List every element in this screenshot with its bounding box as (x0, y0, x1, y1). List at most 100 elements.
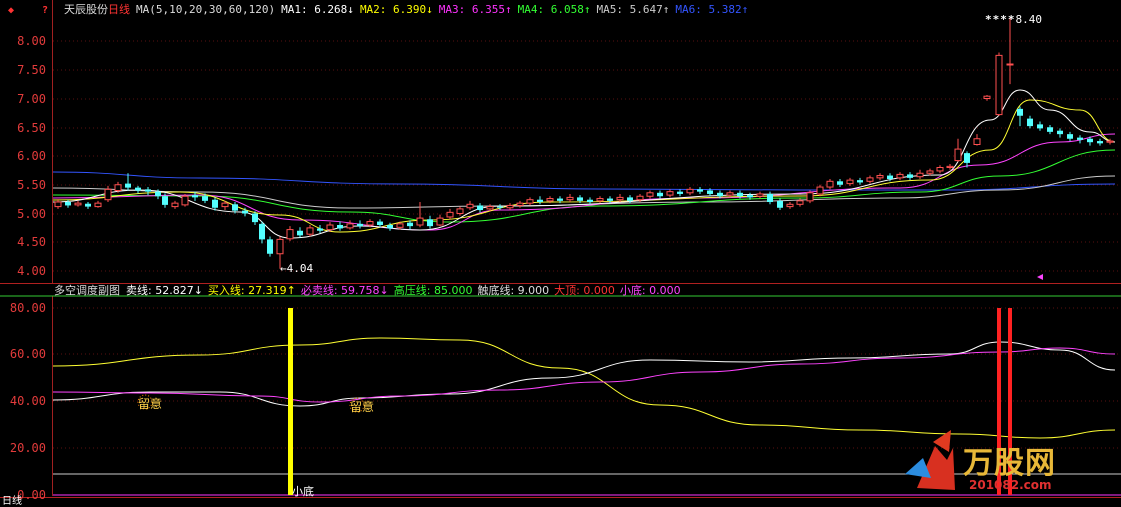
candle-body-down (242, 210, 248, 214)
candle-body-up (306, 227, 314, 235)
candle-body-down (1057, 130, 1063, 135)
small-bottom-bar (288, 308, 293, 495)
candle-body-down (377, 221, 383, 225)
candle-body-down (607, 198, 613, 201)
candle-body-down (125, 183, 131, 188)
candle-body-down (407, 222, 413, 227)
sub-header: 多空调度副图 卖线: 52.827↓ 买入线: 27.319↑ 必卖线: 59.758… (54, 284, 686, 297)
candle-body-down (497, 206, 503, 208)
candle-body-up (995, 54, 1003, 116)
cursor-marker-icon (1037, 274, 1043, 280)
price-tick-label: 4.00 (17, 264, 46, 278)
attention-label-2: 留意 (350, 400, 375, 414)
candle-body-up (946, 165, 954, 169)
candle-body-up (916, 172, 924, 178)
candle-body-up (826, 180, 834, 188)
candle-body-down (477, 205, 483, 211)
candle-body-down (777, 200, 783, 208)
low-value: 4.04 (286, 262, 314, 275)
brand-url: 201082.com (969, 478, 1052, 492)
candle-body-up (866, 177, 874, 182)
price-tick-label: 8.00 (17, 34, 46, 48)
indicator-tick-label: 40.00 (9, 394, 46, 408)
candle-body-up (666, 191, 674, 196)
candle-body-down (192, 195, 198, 198)
indicator-tick-label: 20.00 (9, 441, 46, 455)
candle-body-down (587, 199, 593, 202)
candle-body-up (796, 200, 804, 205)
stock-name[interactable]: 天辰股份 (64, 3, 108, 16)
brand-logo: 万股网 201082.com (905, 428, 1105, 498)
indicator-item: 小底: 0.000 (619, 284, 681, 297)
candle-body-down (387, 225, 393, 229)
price-tick-label: 6.00 (17, 149, 46, 163)
candle-body-down (857, 180, 863, 183)
ma-item: MA3: 6.355↑ (438, 3, 512, 16)
ma-param: MA(5,10,20,30,60,120) (136, 3, 276, 16)
candle-body-up (94, 202, 102, 208)
candle-body-down (657, 192, 663, 197)
indicator-item: 买入线: 27.319↑ (207, 284, 296, 297)
candle-body-up (104, 188, 112, 201)
ma6-line (52, 171, 1116, 191)
candle-body-up (171, 202, 179, 208)
candle-body-down (155, 191, 161, 197)
candle-body-down (212, 199, 218, 208)
price-tick-label: 4.50 (17, 235, 46, 249)
candle-body-down (717, 192, 723, 197)
candle-body-up (366, 221, 374, 226)
candle-body-up (74, 202, 82, 206)
candle-body-up (876, 175, 884, 179)
candle-body-up (896, 173, 904, 179)
period-label[interactable]: 日线 (108, 3, 130, 16)
ma4-line (52, 149, 1116, 223)
ma-item: MA1: 6.268↓ (281, 3, 354, 16)
candle-body-up (276, 238, 284, 255)
price-tick-label: 6.50 (17, 121, 46, 135)
candle-body-down (887, 175, 893, 179)
candle-body-down (317, 228, 323, 231)
ma3-line (52, 133, 1116, 231)
candle-body-up (181, 195, 189, 206)
candle-body-up (346, 223, 354, 229)
candle-body-down (1027, 118, 1033, 127)
candle-body-up (416, 217, 424, 226)
help-icon[interactable]: ? (38, 3, 52, 17)
sub-y-axis-line (52, 296, 53, 496)
candle-body-up (526, 199, 534, 204)
candle-body-down (1087, 138, 1093, 143)
candle-body-down (577, 197, 583, 201)
ma2-line (52, 99, 1116, 233)
candle-body-down (232, 204, 238, 211)
candle-body-down (557, 198, 563, 201)
candle-body-up (596, 198, 604, 202)
candle-body-down (162, 196, 168, 205)
candle-body-up (954, 148, 962, 162)
must-sell-line (52, 347, 1116, 403)
candle-body-up (1006, 63, 1014, 66)
bottom-tab[interactable]: 日线 (2, 497, 22, 507)
indicator-item: 必卖线: 59.758↓ (300, 284, 389, 297)
candle-body-down (1077, 137, 1083, 140)
sub-title[interactable]: 多空调度副图 (54, 284, 120, 297)
indicator-item: 大顶: 0.000 (554, 284, 615, 297)
ma-item: MA5: 5.647↑ (596, 3, 670, 16)
small-bottom-label: 小底 (292, 485, 314, 498)
candle-body-down (357, 223, 363, 227)
candle-body-down (707, 190, 713, 194)
candle-body-up (486, 206, 494, 210)
price-tick-label: 7.00 (17, 92, 46, 106)
indicator-item: 卖线: 52.827↓ (126, 284, 203, 297)
hide-panel-icon[interactable]: ◆ (4, 3, 18, 17)
brand-name: 万股网 (963, 446, 1056, 481)
candle-body-down (627, 197, 633, 201)
candle-body-up (221, 202, 229, 208)
price-tick-label: 5.00 (17, 207, 46, 221)
indicator-item: 触底线: 9.000 (477, 284, 550, 297)
candle-body-up (926, 170, 934, 174)
candle-body-down (837, 181, 843, 185)
main-y-axis-line (52, 0, 53, 284)
candle-body-up (646, 192, 654, 197)
candle-body-down (297, 230, 303, 236)
indicator-tick-label: 60.00 (9, 347, 46, 361)
